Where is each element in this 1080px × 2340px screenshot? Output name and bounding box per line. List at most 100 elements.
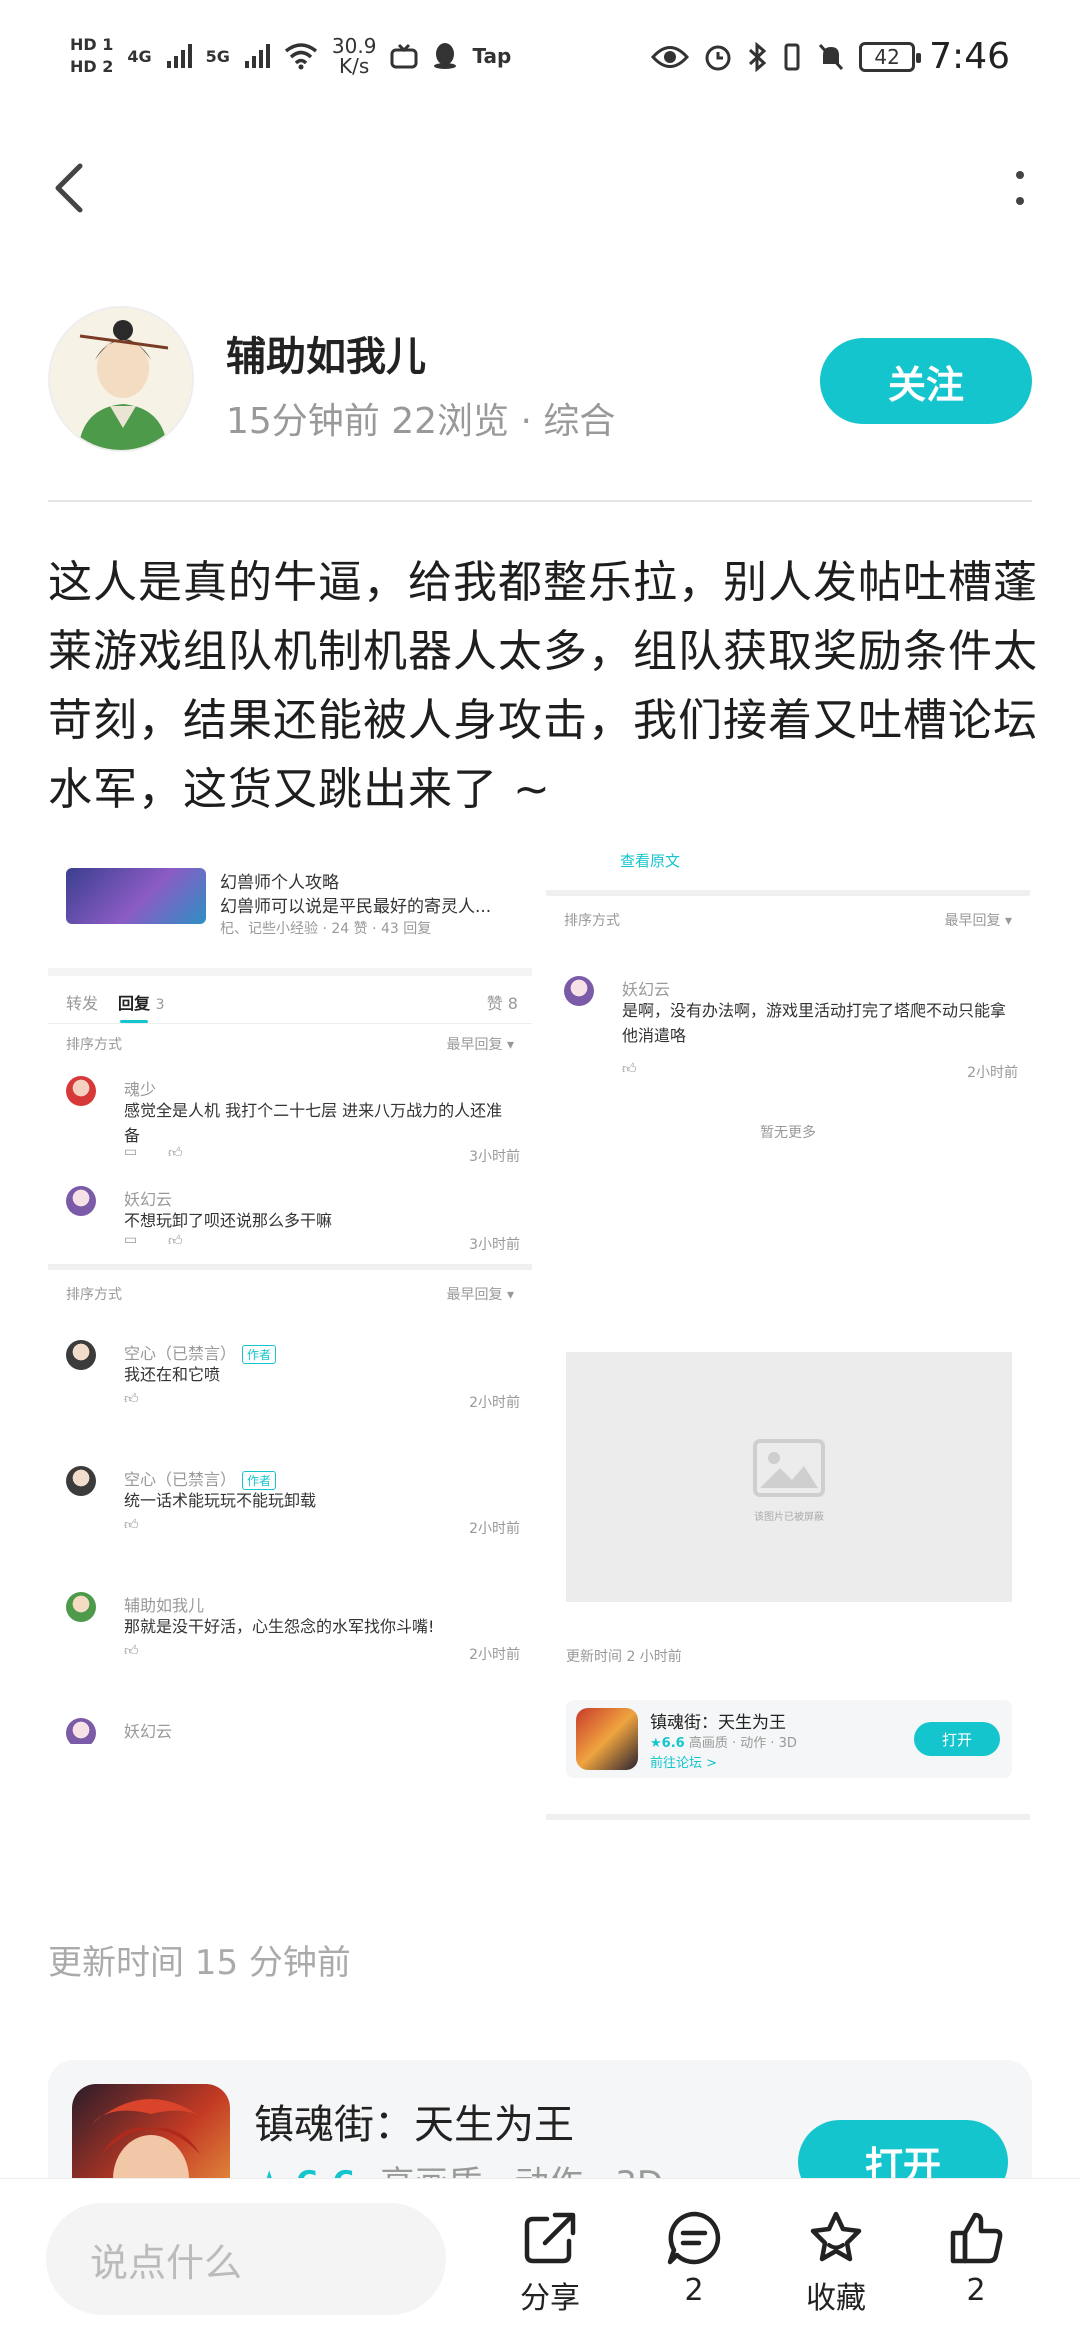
comment-time: 2小时前 (967, 1065, 1018, 1081)
section-divider (48, 1264, 532, 1270)
comment-author: 魂少 (124, 1080, 157, 1099)
divider (48, 500, 1032, 502)
reply-tabs: 转发 回复 3 赞 8 (48, 968, 532, 1024)
comment-item: 空心（已禁言） 作者 统一话术能玩玩不能玩卸载 👍︎ 2小时前 (48, 1466, 532, 1537)
comment-text: 感觉全是人机 我打个二十七层 进来八万战力的人还准备 (124, 1101, 503, 1145)
star-icon: ★ (650, 1736, 662, 1751)
comment-author: 空心（已禁言） 作者 (124, 1340, 277, 1364)
avatar (564, 976, 594, 1006)
follow-button[interactable]: 关注 (820, 338, 1032, 424)
mini-game-meta: 高画质 · 动作 · 3D (688, 1736, 797, 1751)
comment-text: 不想玩卸了呗还说那么多干嘛 (124, 1211, 333, 1230)
avatar (66, 1466, 96, 1496)
avatar (66, 1340, 96, 1370)
net-speed-unit: K/s (339, 54, 370, 78)
like-icon: 👍︎ (168, 1145, 183, 1161)
comment-time: 3小时前 (469, 1237, 520, 1253)
comment-item: 妖幻云 是啊，没有办法啊，游戏里活动打完了塔爬不动只能拿他消遣咯 👍︎ 2小时前 (546, 976, 1030, 1081)
comment-item: 妖幻云 不想玩卸了呗还说那么多干嘛 ▭ 👍︎ 3小时前 (48, 1186, 532, 1253)
vibrate-icon (784, 43, 800, 70)
like-icon: 👍︎ (124, 1643, 139, 1659)
no-more-text: 暂无更多 (760, 1125, 816, 1141)
alarm-icon (705, 45, 731, 70)
tab-forward: 转发 (66, 994, 99, 1013)
ref-post-meta: 杞、记些小经验 · 24 赞 · 43 回复 (220, 921, 432, 937)
battery-level: 42 (874, 44, 900, 69)
qq-icon (434, 43, 457, 69)
comment-author: 妖幻云 (622, 980, 671, 999)
comment-author: 妖幻云 (124, 1190, 173, 1209)
mini-game-forum: 前往论坛 > (650, 1756, 718, 1771)
sort-bar: 排序方式 最早回复 ▾ (48, 1274, 532, 1314)
comment-item: 妖幻云 (48, 1718, 532, 1744)
tv-icon (390, 43, 418, 69)
comment-button[interactable]: 2 (644, 2209, 744, 2308)
share-icon (524, 2212, 576, 2264)
back-arrow-icon[interactable] (42, 158, 102, 218)
like-button[interactable]: 2 (926, 2209, 1026, 2308)
comment-text: 那就是没干好活，心生怨念的水军找你斗嘴! (124, 1617, 435, 1636)
favorite-button[interactable]: 收藏 (786, 2209, 886, 2317)
author-name[interactable]: 辅助如我儿 (226, 324, 426, 382)
avatar (66, 1718, 96, 1744)
post-meta: 15分钟前 22浏览 · 综合 (226, 401, 616, 442)
top-nav (0, 130, 1080, 250)
sort-label: 排序方式 (564, 913, 620, 929)
ref-post-thumbnail (66, 868, 206, 924)
referenced-post: 幻兽师个人攻略 幻兽师可以说是平民最好的寄灵人... 杞、记些小经验 · 24 … (66, 862, 526, 952)
comment-author: 辅助如我儿 (124, 1596, 205, 1615)
section-divider (546, 1814, 1030, 1820)
like-icon: 👍︎ (124, 1517, 139, 1533)
tab-underline (120, 1020, 148, 1023)
screenshot-left-column: 幻兽师个人攻略 幻兽师可以说是平民最好的寄灵人... 杞、记些小经验 · 24 … (48, 850, 532, 1830)
comment-text: 我还在和它喷 (124, 1365, 221, 1384)
image-blocked-label: 该图片已被屏蔽 (754, 1512, 824, 1523)
reply-icon: ▭ (124, 1232, 138, 1248)
comment-time: 2小时前 (469, 1647, 520, 1663)
mute-icon (819, 43, 844, 70)
comment-icon (667, 2211, 721, 2265)
comment-time: 2小时前 (469, 1521, 520, 1537)
mini-game-card: 镇魂街：天生为王 ★6.6 高画质 · 动作 · 3D 前往论坛 > 打开 (566, 1700, 1012, 1778)
signal-icon (166, 44, 192, 68)
tab-reply: 回复 3 (118, 990, 165, 1014)
game-name[interactable]: 镇魂街：天生为王 (254, 2092, 574, 2150)
eye-icon (651, 45, 690, 68)
screenshot-right-column: 查看原文 排序方式 最早回复 ▾ 妖幻云 是啊，没有办法啊，游戏里活动打完了塔爬… (546, 850, 1030, 1830)
author-avatar[interactable] (48, 306, 194, 452)
bottom-action-bar: 说点什么 分享 2 收藏 2 (0, 2178, 1080, 2340)
sort-label: 排序方式 (66, 1287, 122, 1303)
comment-author: 妖幻云 (124, 1722, 173, 1741)
comment-author: 空心（已禁言） 作者 (124, 1466, 277, 1490)
thumbs-up-icon (950, 2212, 1003, 2264)
tab-likes: 赞 8 (486, 994, 518, 1013)
wifi-icon (284, 43, 317, 70)
embedded-screenshot[interactable]: 幻兽师个人攻略 幻兽师可以说是平民最好的寄灵人... 杞、记些小经验 · 24 … (48, 850, 1033, 1830)
comment-author-name: 空心（已禁言） (124, 1344, 237, 1363)
comment-time: 2小时前 (469, 1395, 520, 1411)
share-button[interactable]: 分享 (500, 2209, 600, 2317)
comment-count: 2 (684, 2273, 704, 2308)
mini-game-name: 镇魂街：天生为王 (650, 1713, 786, 1733)
share-label: 分享 (520, 2281, 580, 2316)
comment-text: 是啊，没有办法啊，游戏里活动打完了塔爬不动只能拿他消遣咯 (622, 1001, 1007, 1045)
comment-input[interactable]: 说点什么 (46, 2203, 446, 2315)
right-update-time: 更新时间 2 小时前 (566, 1649, 682, 1665)
sort-value: 最早回复 ▾ (446, 1287, 514, 1303)
sort-value: 最早回复 ▾ (944, 913, 1012, 929)
like-icon: 👍︎ (124, 1391, 139, 1407)
sort-bar: 排序方式 最早回复 ▾ (546, 900, 1030, 940)
avatar (66, 1076, 96, 1106)
comment-author-name: 空心（已禁言） (124, 1470, 237, 1489)
avatar (66, 1186, 96, 1216)
ref-post-desc: 幻兽师可以说是平民最好的寄灵人... (220, 897, 492, 917)
more-options-icon[interactable] (1000, 158, 1040, 218)
signal-icon-2 (244, 44, 270, 68)
like-icon: 👍︎ (622, 1061, 637, 1077)
comment-item: 空心（已禁言） 作者 我还在和它喷 👍︎ 2小时前 (48, 1340, 532, 1411)
taptap-icon: Tap (472, 44, 512, 68)
net-speed: 30.9 (331, 34, 377, 58)
tab-reply-label: 回复 (118, 994, 151, 1013)
reply-icon: ▭ (124, 1144, 138, 1160)
update-time: 更新时间 15 分钟前 (48, 1943, 351, 1983)
